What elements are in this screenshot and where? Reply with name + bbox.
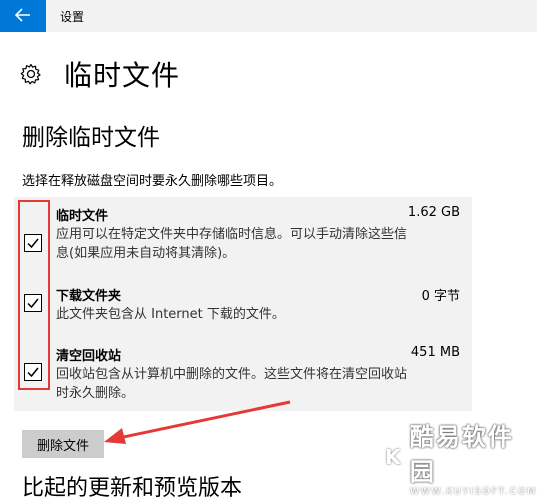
delete-files-button[interactable]: 删除文件 — [22, 430, 104, 458]
item-description-line1: 此文件夹包含从 Internet 下载的文件。 — [56, 307, 285, 322]
item-description-line2: 息(如果应用未自动将其清除)。 — [56, 246, 236, 261]
next-section-heading: 比起的更新和预览版本 — [22, 476, 243, 501]
back-arrow-icon — [14, 6, 31, 27]
item-size: 1.62 GB — [407, 205, 460, 220]
app-title: 设置 — [60, 10, 85, 24]
item-description-line1: 应用可以在特定文件夹中存储临时信息。可以手动清除这些信 — [56, 227, 408, 242]
temp-files-list: 临时文件 1.62 GB 应用可以在特定文件夹中存储临时信息。可以手动清除这些信… — [14, 197, 472, 411]
item-name: 临时文件 — [56, 209, 109, 224]
item-description-line1: 回收站包含从计算机中删除的文件。这些文件将在清空回收站 — [56, 367, 408, 382]
section-description: 选择在释放磁盘空间时要永久删除哪些项目。 — [22, 174, 283, 189]
item-size: 0 字节 — [421, 289, 460, 304]
annotation-arrow-icon — [104, 400, 291, 444]
back-button[interactable] — [0, 0, 46, 32]
page-title: 临时文件 — [64, 59, 181, 92]
gear-icon — [20, 63, 42, 85]
watermark-text: 酷易软件园 — [409, 422, 514, 486]
section-title: 删除临时文件 — [22, 125, 160, 151]
item-name: 下载文件夹 — [56, 289, 122, 304]
watermark-logo: K — [382, 437, 404, 476]
watermark: K 酷易软件园 WWW.KUYISOFT.COM — [382, 423, 537, 497]
checkbox-highlight-annotation — [18, 200, 50, 390]
item-name: 清空回收站 — [56, 349, 122, 364]
watermark-url: WWW.KUYISOFT.COM — [409, 486, 537, 497]
item-size: 451 MB — [410, 345, 460, 360]
page-header: 临时文件 — [20, 54, 180, 94]
title-bar: 设置 — [0, 0, 537, 32]
